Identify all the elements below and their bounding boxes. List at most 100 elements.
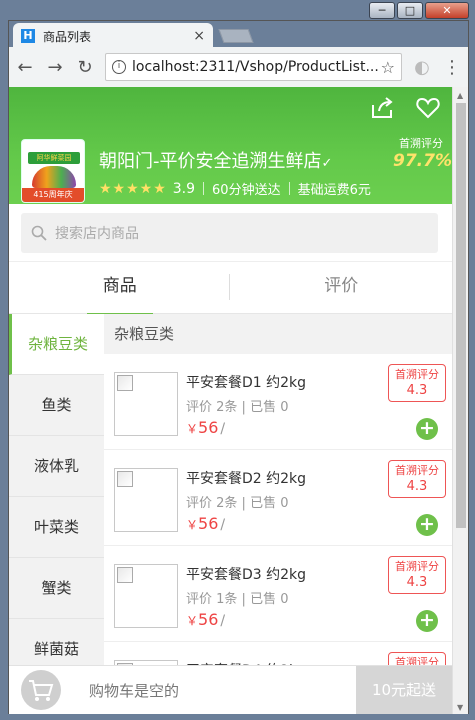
product-price: ￥56/ [186, 418, 226, 437]
product-sold: 已售 0 [250, 592, 289, 607]
product-stats: 评价 1条 | 已售 0 [186, 592, 289, 607]
trace-score-badge: 首溯评分 4.3 [388, 460, 446, 498]
window-controls: ─ □ ✕ [369, 2, 469, 19]
tab-products[interactable]: 商品 [9, 262, 231, 316]
address-bar[interactable]: i localhost:2311/Vshop/ProductList... ☆ [105, 53, 402, 81]
shop-logo: 阿华鲜菜园 415周年庆 [21, 139, 85, 203]
verified-icon: ✓ [321, 156, 333, 171]
search-section: 搜索店内商品 [9, 204, 452, 262]
list-item[interactable]: 平安套餐D2 约2kg 评价 2条 | 已售 0 ￥56/ 首溯评分 4.3 + [104, 450, 452, 546]
checkout-button[interactable]: 10元起送 [356, 666, 452, 714]
browser-tab[interactable]: H 商品列表 × [13, 23, 213, 49]
vegetable-basket-icon [32, 166, 76, 188]
currency-symbol: ￥ [186, 422, 199, 436]
product-stats: 评价 2条 | 已售 0 [186, 400, 289, 415]
menu-icon[interactable]: ⋮ [442, 57, 462, 78]
price-value: 56 [198, 610, 219, 629]
scroll-up-icon[interactable]: ▲ [457, 91, 463, 100]
product-reviews: 评价 2条 [186, 400, 238, 415]
browser-tab-bar: H 商品列表 × [9, 21, 468, 49]
shop-rating: 3.9 [172, 180, 196, 197]
badge-label: 首溯评分 [395, 464, 439, 477]
app-window: ─ □ ✕ H 商品列表 × ← → ↻ i localhost:2311/Vs… [0, 0, 475, 720]
rating-stars-icon: ★★★★★ [99, 180, 167, 197]
product-image[interactable] [114, 468, 178, 532]
price-value: 56 [198, 514, 219, 533]
browser-frame: H 商品列表 × ← → ↻ i localhost:2311/Vshop/Pr… [8, 20, 469, 714]
info-icon[interactable]: i [112, 60, 126, 74]
minimize-button[interactable]: ─ [369, 2, 395, 19]
list-item[interactable]: 平安套餐D1 约2kg 评价 2条 | 已售 0 ￥56/ 首溯评分 4.3 + [104, 354, 452, 450]
cart-bar: 购物车是空的 10元起送 [9, 665, 452, 714]
maximize-button[interactable]: □ [397, 2, 423, 19]
product-sold: 已售 0 [250, 400, 289, 415]
product-reviews: 评价 2条 [186, 496, 238, 511]
add-to-cart-icon[interactable]: + [416, 610, 438, 632]
category-item[interactable]: 叶菜类 [9, 497, 104, 558]
reload-icon[interactable]: ↻ [75, 57, 95, 78]
product-name[interactable]: 平安套餐D1 约2kg [186, 372, 306, 392]
product-reviews: 评价 1条 [186, 592, 238, 607]
category-item[interactable]: 液体乳 [9, 436, 104, 497]
forward-arrow-icon[interactable]: → [45, 57, 65, 78]
shop-name-text: 朝阳门-平价安全追溯生鲜店 [99, 151, 322, 172]
logo-title: 阿华鲜菜园 [28, 152, 80, 164]
scroll-down-icon[interactable]: ▼ [457, 703, 463, 712]
cart-status: 购物车是空的 [89, 682, 180, 700]
shop-name: 朝阳门-平价安全追溯生鲜店✓ [99, 147, 332, 173]
divider [288, 182, 290, 195]
search-icon [31, 225, 47, 241]
close-window-button[interactable]: ✕ [425, 2, 469, 19]
trace-score-badge: 首溯评分 4.3 [388, 364, 446, 402]
scrollbar[interactable]: ▲ ▼ [452, 87, 468, 714]
shop-score-label: 首溯评分 [399, 137, 443, 150]
section-title: 杂粮豆类 [104, 314, 452, 354]
category-item[interactable]: 杂粮豆类 [9, 314, 104, 375]
product-name[interactable]: 平安套餐D3 约2kg [186, 564, 306, 584]
product-image[interactable] [114, 372, 178, 436]
category-item[interactable]: 蟹类 [9, 558, 104, 619]
shop-meta: ★★★★★ 3.9 60分钟送达 基础运费6元 [99, 179, 371, 199]
price-value: 56 [198, 418, 219, 437]
favorite-heart-icon[interactable] [415, 95, 441, 121]
scrollbar-thumb[interactable] [456, 103, 466, 528]
bookmark-star-icon[interactable]: ☆ [381, 58, 395, 77]
badge-value: 4.3 [406, 383, 428, 398]
extension-icon[interactable]: ◐ [412, 57, 432, 78]
shopping-cart-icon[interactable] [21, 670, 61, 710]
product-list: 杂粮豆类 平安套餐D1 约2kg 评价 2条 | 已售 0 ￥56/ 首溯评分 4… [104, 314, 452, 714]
badge-label: 首溯评分 [395, 560, 439, 573]
trace-score-badge: 首溯评分 4.3 [388, 556, 446, 594]
badge-label: 首溯评分 [395, 368, 439, 381]
logo-badge: 415周年庆 [22, 188, 84, 202]
shop-score-value: 97.7% [393, 151, 452, 171]
product-stats: 评价 2条 | 已售 0 [186, 496, 289, 511]
back-arrow-icon[interactable]: ← [15, 57, 35, 78]
tab-close-icon[interactable]: × [193, 28, 205, 44]
search-placeholder: 搜索店内商品 [55, 226, 139, 242]
currency-symbol: ￥ [186, 614, 199, 628]
category-sidebar: 杂粮豆类 鱼类 液体乳 叶菜类 蟹类 鲜菌菇 [9, 314, 104, 714]
add-to-cart-icon[interactable]: + [416, 514, 438, 536]
browser-tab-title: 商品列表 [43, 29, 92, 44]
currency-symbol: ￥ [186, 518, 199, 532]
product-image[interactable] [114, 564, 178, 628]
url-text[interactable]: localhost:2311/Vshop/ProductList... [132, 59, 381, 75]
product-sold: 已售 0 [250, 496, 289, 511]
delivery-time: 60分钟送达 [212, 183, 281, 198]
shop-header: 阿华鲜菜园 415周年庆 朝阳门-平价安全追溯生鲜店✓ 首溯评分 97.7% ★… [9, 87, 452, 204]
favicon-icon: H [21, 29, 35, 43]
delivery-fee: 基础运费6元 [297, 183, 371, 198]
product-name[interactable]: 平安套餐D2 约2kg [186, 468, 306, 488]
list-item[interactable]: 平安套餐D3 约2kg 评价 1条 | 已售 0 ￥56/ 首溯评分 4.3 + [104, 546, 452, 642]
share-icon[interactable] [369, 95, 395, 121]
tab-reviews[interactable]: 评价 [231, 262, 453, 313]
badge-value: 4.3 [406, 479, 428, 494]
category-item[interactable]: 鱼类 [9, 375, 104, 436]
badge-value: 4.3 [406, 575, 428, 590]
add-to-cart-icon[interactable]: + [416, 418, 438, 440]
new-tab-button[interactable] [218, 29, 254, 43]
product-price: ￥56/ [186, 610, 226, 629]
page-tabs: 商品 评价 [9, 262, 453, 316]
search-input[interactable]: 搜索店内商品 [21, 213, 438, 253]
